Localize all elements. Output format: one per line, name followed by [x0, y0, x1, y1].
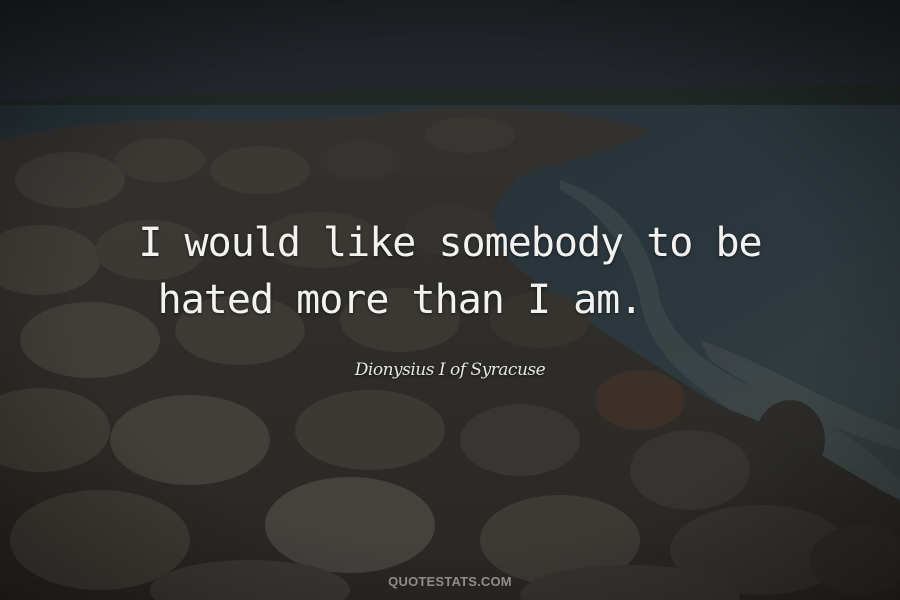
site-watermark: QUOTESTATS.COM: [388, 574, 512, 589]
quote-author: Dionysius I of Syracuse: [354, 360, 546, 380]
quote-line-2: hated more than I am.: [157, 277, 644, 323]
quote-image: I would like somebody to be hated more t…: [0, 0, 900, 600]
quote-line-1: I would like somebody to be: [138, 220, 762, 266]
